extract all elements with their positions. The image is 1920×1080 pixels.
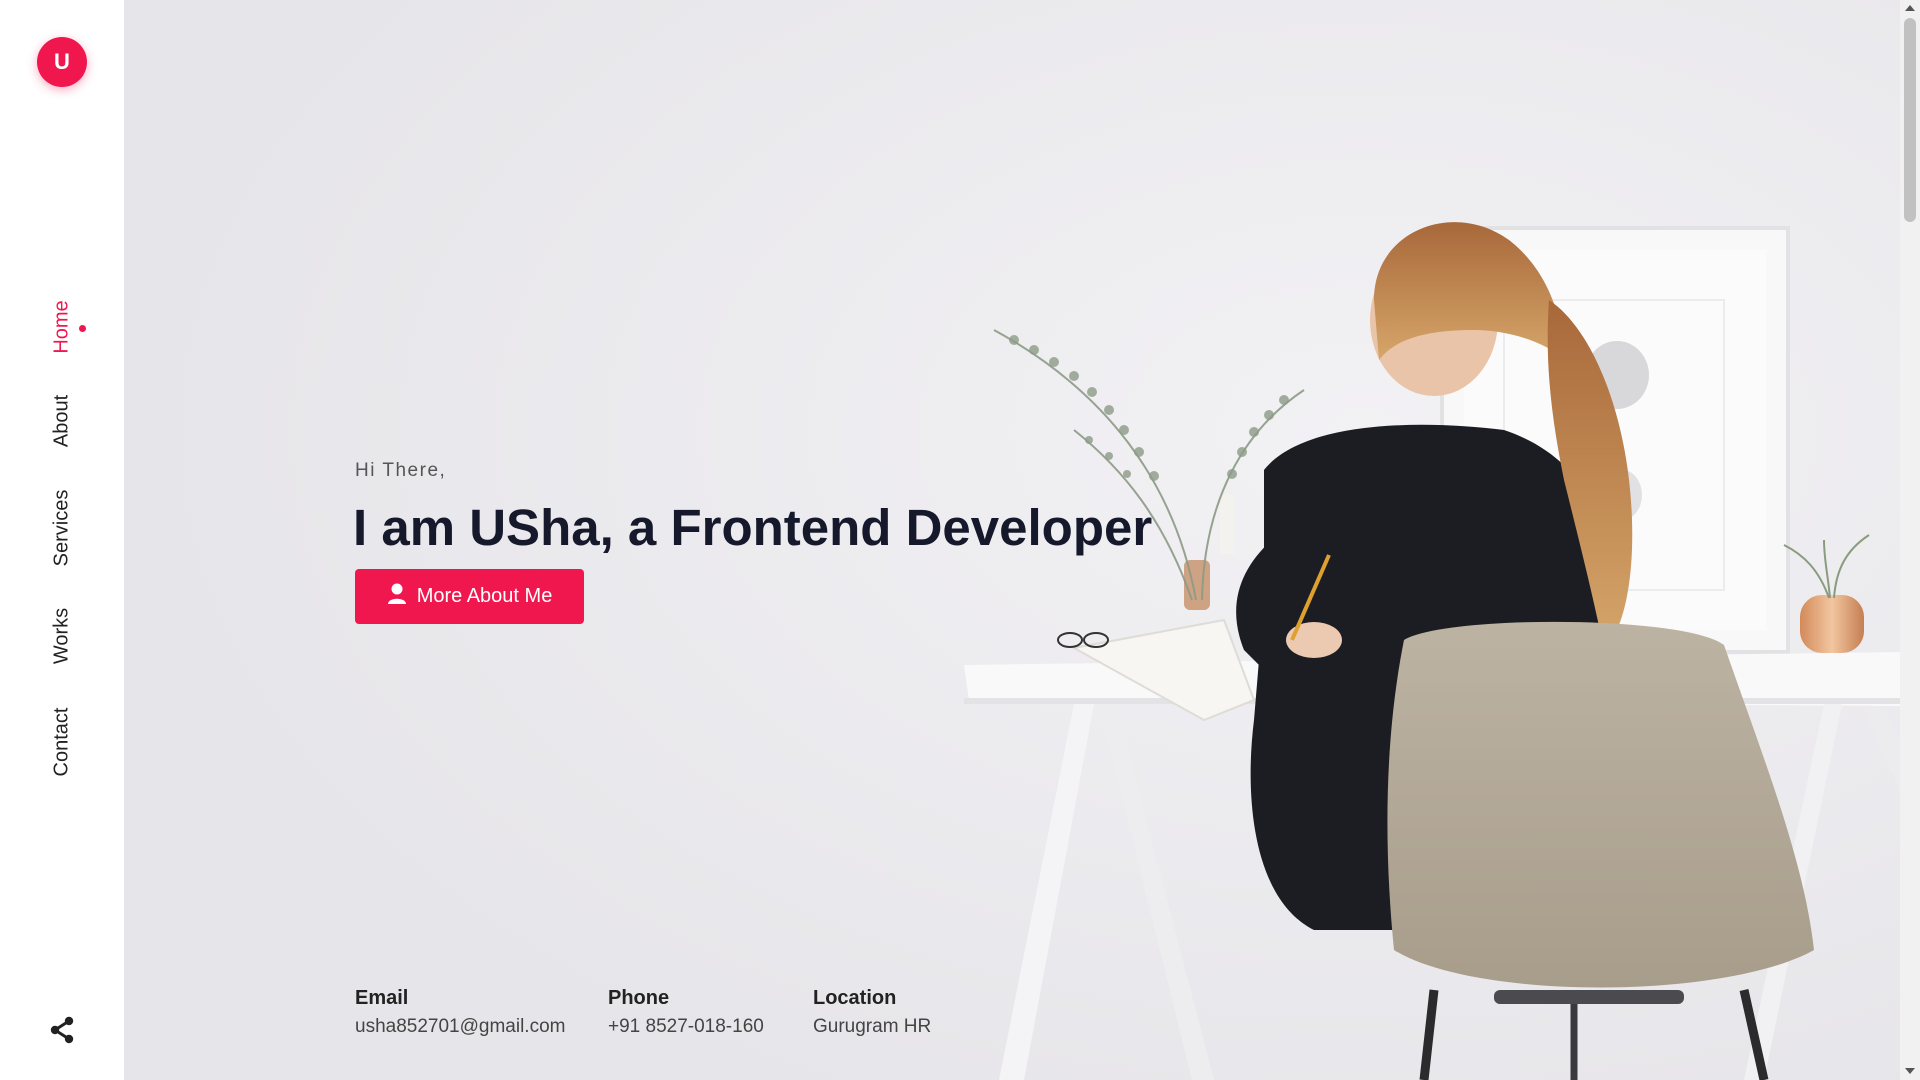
user-icon	[387, 583, 407, 611]
nav-item-works[interactable]: Works	[51, 608, 74, 664]
phone-label: Phone	[608, 987, 670, 1009]
hero-section: Hi There, I am USha, a Frontend Develope…	[124, 0, 1900, 1080]
hero-greeting: Hi There,	[355, 460, 447, 481]
location-label: Location	[813, 987, 897, 1009]
share-icon[interactable]	[48, 1016, 76, 1044]
scroll-down-arrow-icon[interactable]	[1905, 1068, 1915, 1074]
nav-item-contact[interactable]: Contact	[51, 708, 74, 777]
cta-label: More About Me	[416, 585, 553, 607]
phone-value: +91 8527-018-160	[608, 1016, 764, 1037]
more-about-me-button[interactable]: More About Me	[355, 569, 584, 624]
sidebar: U Home About Services Works Contact	[0, 0, 124, 1080]
scroll-thumb[interactable]	[1904, 18, 1916, 222]
scroll-up-arrow-icon[interactable]	[1905, 5, 1915, 11]
page-scrollbar[interactable]	[1900, 0, 1920, 1080]
email-value: usha852701@gmail.com	[355, 1016, 566, 1037]
email-label: Email	[355, 987, 409, 1009]
hero-headline: I am USha, a Frontend Developer	[353, 499, 1153, 556]
active-indicator-dot	[79, 325, 86, 332]
nav-item-services[interactable]: Services	[51, 490, 74, 567]
location-value: Gurugram HR	[813, 1016, 932, 1037]
nav-item-about[interactable]: About	[51, 395, 74, 447]
logo-avatar[interactable]: U	[37, 37, 87, 87]
nav-item-home[interactable]: Home	[51, 300, 74, 353]
